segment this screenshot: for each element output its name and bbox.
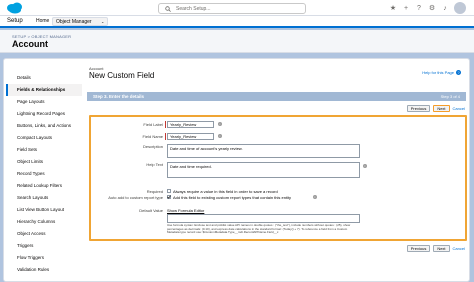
sidebar-item-flow-triggers[interactable]: Flow Triggers bbox=[6, 252, 82, 264]
form-title: New Custom Field bbox=[89, 71, 155, 80]
sidebar-item-field-sets[interactable]: Field Sets bbox=[6, 144, 82, 156]
global-actions-icon[interactable]: + bbox=[402, 4, 410, 12]
help-link-text: Help for this Page bbox=[422, 70, 454, 75]
tab-object-manager-label: Object Manager bbox=[56, 19, 92, 25]
required-checkbox[interactable] bbox=[167, 189, 171, 193]
sidebar-item-fields-relationships[interactable]: Fields & Relationships bbox=[6, 84, 82, 96]
sidebar-item-search-layouts[interactable]: Search Layouts bbox=[6, 192, 82, 204]
sidebar-item-validation-rules[interactable]: Validation Rules bbox=[6, 264, 82, 276]
setup-gear-icon[interactable]: ⚙ bbox=[428, 4, 436, 12]
field-name-label: Field Name bbox=[142, 134, 163, 139]
required-checkbox-text: Always require a value in this field in … bbox=[173, 189, 278, 194]
app-name: Setup bbox=[7, 18, 23, 24]
sidebar-item-record-types[interactable]: Record Types bbox=[6, 168, 82, 180]
auto-add-checkbox-text: Add this field to existing custom report… bbox=[173, 195, 292, 200]
object-header: SETUP > OBJECT MANAGER Account bbox=[0, 30, 474, 53]
cancel-link[interactable]: Cancel bbox=[453, 106, 465, 111]
check-icon bbox=[167, 195, 171, 199]
required-indicator bbox=[165, 121, 166, 128]
object-manager-sidebar: Details Fields & Relationships Page Layo… bbox=[6, 64, 82, 282]
step-header: Step 3. Enter the details Step 3 of 4 bbox=[87, 92, 466, 101]
tab-home[interactable]: Home bbox=[36, 18, 49, 24]
sidebar-item-related-lookup-filters[interactable]: Related Lookup Filters bbox=[6, 180, 82, 192]
sidebar-item-compact-layouts[interactable]: Compact Layouts bbox=[6, 132, 82, 144]
user-avatar[interactable] bbox=[454, 2, 466, 14]
default-value-label: Default Value bbox=[139, 208, 163, 213]
page-title: Account bbox=[12, 39, 48, 49]
bottom-button-row: Previous Next Cancel bbox=[406, 245, 465, 252]
sidebar-item-lightning-record-pages[interactable]: Lightning Record Pages bbox=[6, 108, 82, 120]
new-field-content: Account New Custom Field Help for this P… bbox=[84, 62, 469, 281]
tab-object-manager[interactable]: Object Manager ⌄ bbox=[52, 17, 109, 26]
next-button[interactable]: Next bbox=[433, 105, 450, 112]
auto-add-checkbox[interactable] bbox=[167, 195, 171, 199]
sidebar-item-object-access[interactable]: Object Access bbox=[6, 228, 82, 240]
chevron-down-icon[interactable]: ⌄ bbox=[101, 19, 104, 24]
help-icon[interactable]: i bbox=[218, 122, 222, 126]
search-placeholder: Search Setup... bbox=[176, 6, 211, 12]
previous-button[interactable]: Previous bbox=[406, 105, 431, 112]
help-icon[interactable]: ? bbox=[415, 4, 423, 12]
description-label: Description bbox=[142, 144, 163, 149]
sidebar-item-triggers[interactable]: Triggers bbox=[6, 240, 82, 252]
field-details-form: Field Label Yearly_Review i Field Name Y… bbox=[89, 115, 467, 241]
default-value-formula-input[interactable] bbox=[167, 214, 360, 223]
favorites-icon[interactable]: ★ bbox=[389, 4, 397, 12]
required-indicator bbox=[165, 133, 166, 140]
field-label-label: Field Label bbox=[143, 122, 163, 127]
sidebar-item-page-layouts[interactable]: Page Layouts bbox=[6, 96, 82, 108]
sidebar-item-list-view-button-layout[interactable]: List View Button Layout bbox=[6, 204, 82, 216]
salesforce-logo[interactable] bbox=[6, 2, 24, 14]
help-icon[interactable]: i bbox=[363, 164, 367, 168]
global-search-input[interactable]: Search Setup... bbox=[158, 3, 306, 14]
sidebar-item-object-limits[interactable]: Object Limits bbox=[6, 156, 82, 168]
sidebar-item-hierarchy-columns[interactable]: Hierarchy Columns bbox=[6, 216, 82, 228]
show-formula-editor-link[interactable]: Show Formula Editor bbox=[167, 208, 204, 213]
previous-button[interactable]: Previous bbox=[406, 245, 431, 252]
top-button-row: Previous Next Cancel bbox=[406, 105, 465, 112]
step-title: Step 3. Enter the details bbox=[93, 94, 145, 99]
cancel-link[interactable]: Cancel bbox=[453, 246, 465, 251]
sidebar-item-buttons-links-actions[interactable]: Buttons, Links, and Actions bbox=[6, 120, 82, 132]
field-name-input[interactable]: Yearly_Review bbox=[167, 133, 214, 140]
main-panel: Details Fields & Relationships Page Layo… bbox=[3, 58, 470, 282]
step-count: Step 3 of 4 bbox=[440, 94, 460, 99]
formula-help-text: Use formula syntax: Enclose text and pic… bbox=[167, 224, 351, 235]
notifications-bell-icon[interactable]: ♪ bbox=[441, 4, 449, 12]
required-label: Required bbox=[146, 189, 163, 194]
description-textarea[interactable]: Date and time of account's yearly review… bbox=[167, 144, 360, 158]
help-for-page-link[interactable]: Help for this Page ? bbox=[422, 70, 461, 75]
help-circle-icon: ? bbox=[456, 70, 461, 75]
global-header: Search Setup... ★ + ? ⚙ ♪ bbox=[0, 0, 474, 16]
sidebar-item-details[interactable]: Details bbox=[6, 72, 82, 84]
help-text-label: Help Text bbox=[146, 162, 163, 167]
help-text-textarea[interactable]: Date and time required. bbox=[167, 162, 360, 178]
field-label-input[interactable]: Yearly_Review bbox=[167, 121, 214, 128]
app-navigation: Setup Home Object Manager ⌄ bbox=[0, 16, 474, 28]
search-icon bbox=[165, 6, 171, 12]
help-icon[interactable]: i bbox=[218, 134, 222, 138]
next-button[interactable]: Next bbox=[433, 245, 450, 252]
auto-add-label: Auto add to custom report type bbox=[108, 195, 163, 200]
help-icon[interactable]: i bbox=[313, 195, 317, 199]
